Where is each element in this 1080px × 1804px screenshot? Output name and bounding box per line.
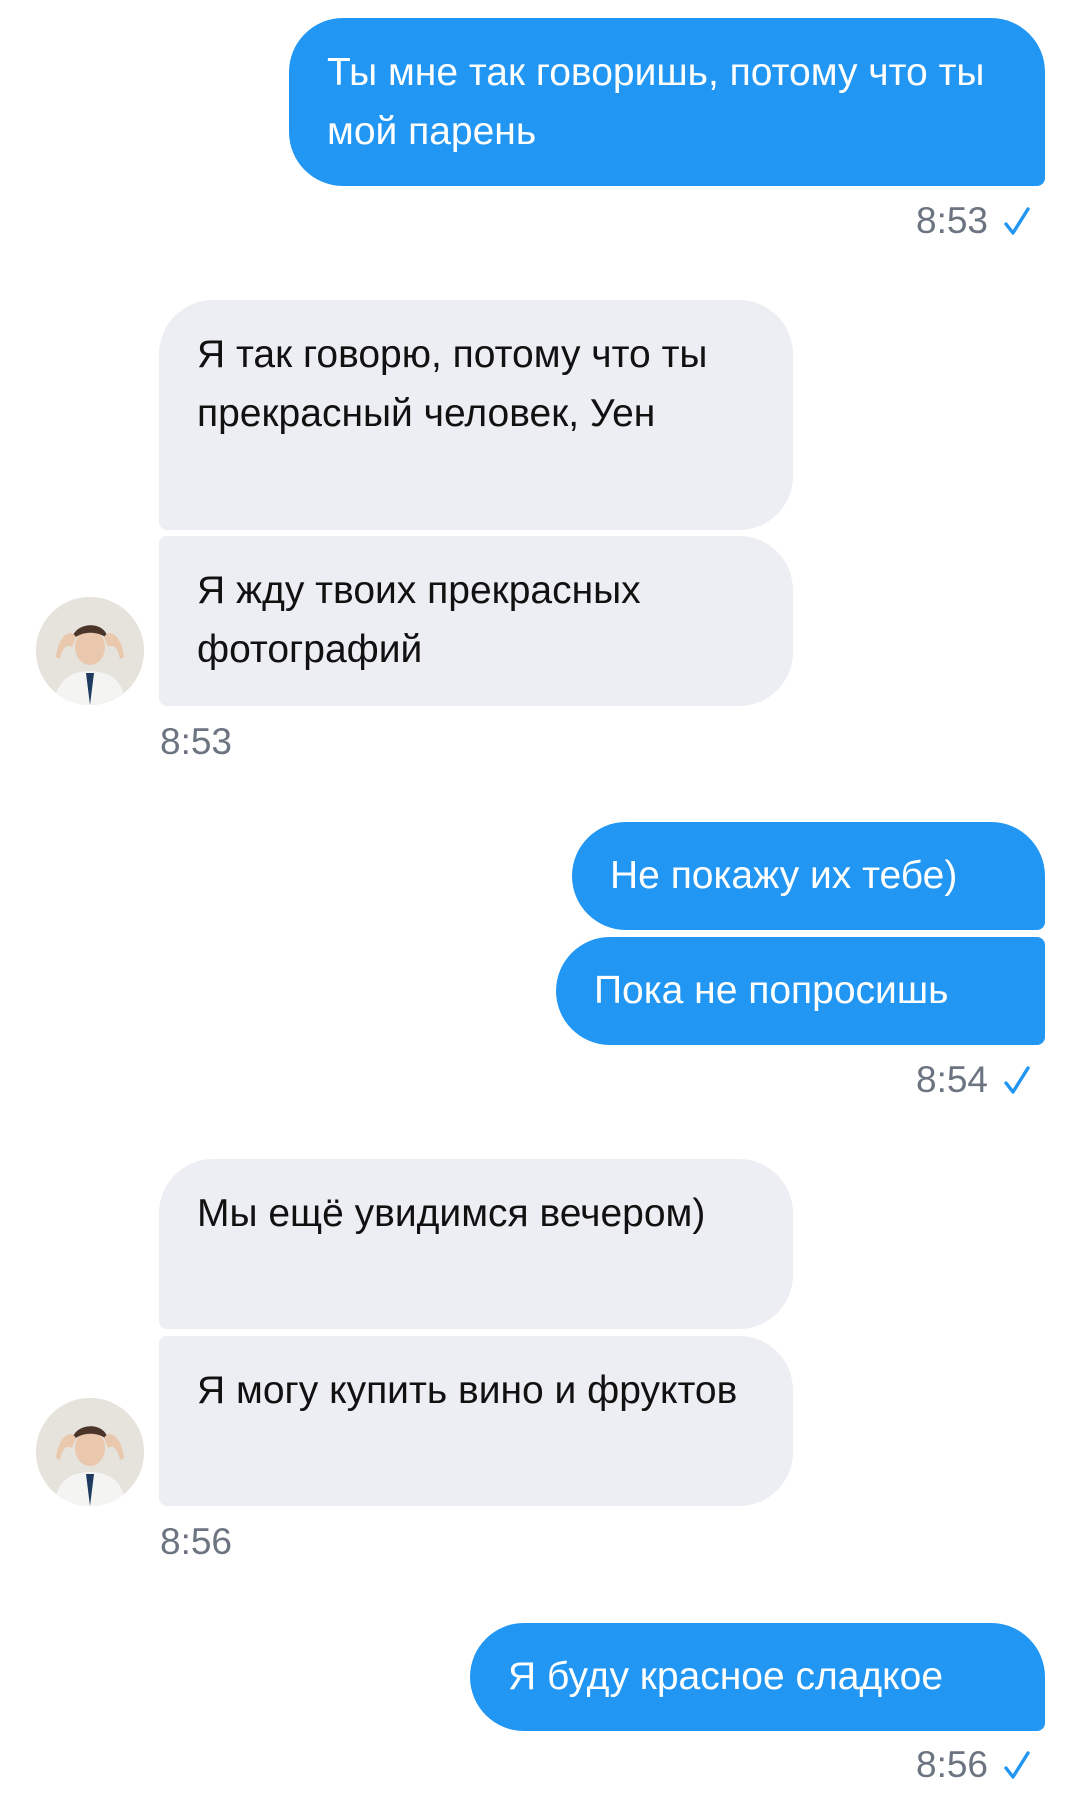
message-timestamp: 8:53	[160, 721, 233, 762]
message-text: Я буду красное сладкое	[508, 1655, 944, 1698]
message-text: Я так говорю, потому что ты прекрасный ч…	[197, 333, 708, 435]
incoming-message[interactable]: Я жду твоих прекрасных фотографий	[159, 536, 793, 706]
message-text: Не покажу их тебе)	[610, 854, 958, 897]
chat-conversation: Ты мне так говоришь, потому что ты мой п…	[0, 0, 1080, 1804]
person-photo	[36, 597, 144, 705]
read-check-icon	[1004, 1063, 1030, 1097]
message-timestamp: 8:54	[916, 1060, 1030, 1100]
message-timestamp: 8:56	[916, 1745, 1030, 1785]
outgoing-message[interactable]: Не покажу их тебе)	[572, 822, 1045, 930]
person-photo	[36, 1398, 144, 1506]
contact-avatar[interactable]	[36, 597, 144, 705]
message-text: Мы ещё увидимся вечером)	[197, 1192, 706, 1235]
outgoing-message[interactable]: Я буду красное сладкое	[470, 1623, 1045, 1731]
incoming-message[interactable]: Я могу купить вино и фруктов	[159, 1336, 793, 1506]
message-text: Я могу купить вино и фруктов	[197, 1369, 738, 1412]
message-text: Ты мне так говоришь, потому что ты мой п…	[327, 51, 985, 153]
incoming-message[interactable]: Мы ещё увидимся вечером)	[159, 1159, 793, 1329]
incoming-message[interactable]: Я так говорю, потому что ты прекрасный ч…	[159, 300, 793, 530]
contact-avatar[interactable]	[36, 1398, 144, 1506]
message-text: Я жду твоих прекрасных фотографий	[197, 569, 641, 671]
message-timestamp: 8:53	[916, 201, 1030, 241]
read-check-icon	[1004, 1748, 1030, 1782]
read-check-icon	[1004, 204, 1030, 238]
outgoing-message[interactable]: Ты мне так говоришь, потому что ты мой п…	[289, 18, 1045, 186]
outgoing-message[interactable]: Пока не попросишь	[556, 937, 1045, 1045]
message-text: Пока не попросишь	[594, 969, 949, 1012]
message-timestamp: 8:56	[160, 1521, 233, 1562]
